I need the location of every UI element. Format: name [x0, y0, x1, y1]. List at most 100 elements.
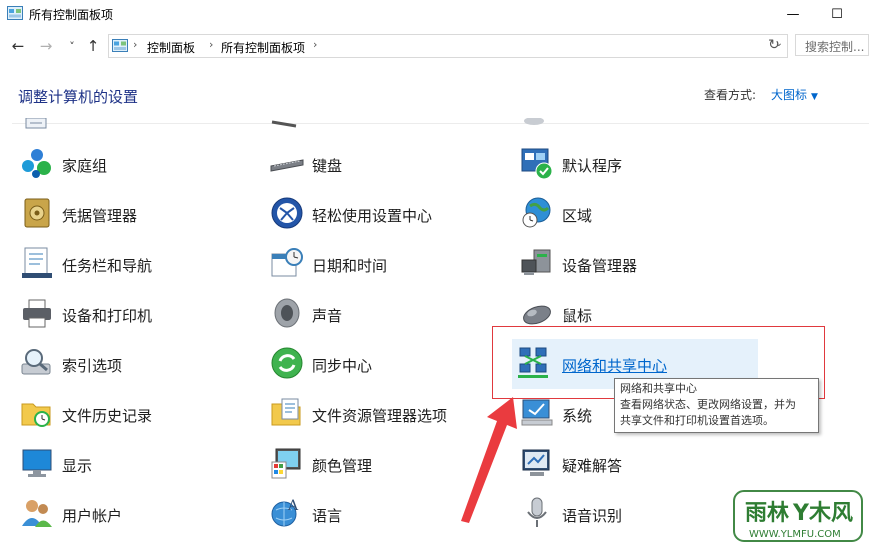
device-manager-icon	[521, 249, 551, 275]
item-label: 索引选项	[62, 357, 123, 375]
item-credential-manager[interactable]: 凭据管理器	[20, 194, 240, 234]
chevron-down-icon: ▼	[811, 92, 818, 102]
minimize-button[interactable]: —	[770, 0, 816, 28]
item-label: 文件历史记录	[62, 407, 153, 425]
view-by-label: 查看方式:	[704, 88, 757, 102]
item-label: 任务栏和导航	[62, 257, 153, 275]
control-panel-icon	[7, 6, 23, 20]
item-label: 显示	[62, 457, 93, 475]
item-default-programs[interactable]: 默认程序	[520, 144, 740, 184]
partial-icon	[524, 118, 544, 125]
item-label: 键盘	[312, 157, 343, 175]
mouse-icon	[523, 305, 551, 325]
breadcrumb-separator: ›	[313, 38, 318, 51]
item-devices-printers[interactable]: 设备和打印机	[20, 294, 240, 334]
item-keyboard[interactable]: 键盘	[270, 144, 490, 184]
item-label: 日期和时间	[312, 257, 388, 275]
svg-text:木风: 木风	[808, 501, 853, 526]
sync-icon	[271, 347, 303, 379]
item-label: 声音	[312, 307, 343, 325]
recent-locations-button[interactable]: ˅	[62, 36, 82, 56]
back-button[interactable]: ←	[8, 36, 28, 56]
taskbar-icon	[22, 247, 52, 278]
microphone-icon	[527, 497, 547, 527]
accessibility-icon	[271, 197, 303, 229]
tooltip-title: 网络和共享中心	[620, 382, 697, 395]
color-management-icon	[271, 448, 301, 479]
breadcrumb-all-items[interactable]: 所有控制面板项	[221, 39, 305, 56]
tooltip-line: 查看网络状态、更改网络设置，并为	[620, 398, 796, 411]
calendar-clock-icon	[271, 248, 303, 277]
item-troubleshooting[interactable]: 疑难解答	[520, 444, 740, 484]
maximize-button[interactable]: ☐	[814, 0, 860, 28]
partial-icon	[25, 118, 47, 129]
window-title: 所有控制面板项	[29, 8, 114, 22]
forward-button[interactable]: →	[36, 36, 56, 56]
svg-text:A: A	[287, 498, 299, 514]
item-label: 同步中心	[312, 357, 373, 375]
navigation-bar: ← → ˅ ↑ › 控制面板 › 所有控制面板项 › ⌄ ↻ 搜索控制...	[0, 32, 869, 60]
view-by-dropdown[interactable]: 大图标 ▼	[771, 86, 818, 103]
magnifier-icon	[21, 349, 51, 375]
svg-text:雨林: 雨林	[745, 501, 789, 526]
search-input[interactable]: 搜索控制...	[795, 34, 869, 56]
item-label: 语言	[312, 507, 343, 525]
item-file-history[interactable]: 文件历史记录	[20, 394, 240, 434]
title-bar: 所有控制面板项 — ☐	[0, 0, 869, 28]
homegroup-icon	[22, 149, 51, 178]
item-device-manager[interactable]: 设备管理器	[520, 244, 740, 284]
users-icon	[22, 500, 52, 527]
troubleshooting-icon	[522, 449, 550, 476]
breadcrumb-control-panel[interactable]: 控制面板	[147, 39, 195, 56]
item-label: 语音识别	[562, 507, 623, 525]
arrow-icon	[461, 397, 517, 523]
item-indexing-options[interactable]: 索引选项	[20, 344, 240, 384]
svg-text:Y: Y	[792, 501, 810, 526]
control-panel-icon	[112, 39, 128, 52]
item-label: 区域	[562, 207, 593, 225]
item-label: 颜色管理	[312, 457, 373, 475]
up-button[interactable]: ↑	[83, 36, 103, 56]
address-bar[interactable]: › 控制面板 › 所有控制面板项 › ⌄	[108, 34, 788, 58]
language-icon: A	[271, 498, 299, 527]
item-label: 鼠标	[562, 307, 593, 325]
speaker-icon	[274, 298, 300, 328]
item-label: 凭据管理器	[62, 207, 138, 225]
item-label: 默认程序	[562, 157, 623, 175]
divider	[12, 123, 869, 124]
printer-icon	[23, 299, 51, 328]
item-label: 轻松使用设置中心	[312, 207, 433, 225]
folder-clock-icon	[21, 403, 51, 427]
default-programs-icon	[521, 148, 553, 180]
item-ease-of-access[interactable]: 轻松使用设置中心	[270, 194, 490, 234]
item-label: 用户帐户	[62, 507, 123, 525]
safe-icon	[24, 198, 50, 228]
item-taskbar-navigation[interactable]: 任务栏和导航	[20, 244, 240, 284]
tooltip-line: 共享文件和打印机设置首选项。	[620, 414, 774, 427]
item-sync-center[interactable]: 同步中心	[270, 344, 490, 384]
item-date-time[interactable]: 日期和时间	[270, 244, 490, 284]
item-label: 家庭组	[62, 157, 108, 175]
item-label: 设备和打印机	[62, 307, 153, 325]
refresh-button[interactable]: ↻	[764, 34, 784, 56]
globe-clock-icon	[522, 197, 551, 228]
system-icon	[521, 399, 553, 426]
watermark-logo: 雨林 Y 木风 WWW.YLMFU.COM	[733, 490, 863, 542]
item-label: 文件资源管理器选项	[312, 407, 448, 425]
folder-options-icon	[271, 398, 301, 426]
keyboard-icon	[270, 159, 304, 172]
monitor-icon	[22, 449, 52, 477]
item-sound[interactable]: 声音	[270, 294, 490, 334]
item-label: 设备管理器	[562, 257, 638, 275]
item-homegroup[interactable]: 家庭组	[20, 144, 240, 184]
page-title: 调整计算机的设置	[18, 88, 139, 106]
item-user-accounts[interactable]: 用户帐户	[20, 494, 240, 534]
item-label: 疑难解答	[562, 457, 623, 475]
breadcrumb-separator: ›	[209, 38, 214, 51]
item-label: 系统	[562, 407, 593, 425]
partial-icon	[271, 120, 297, 128]
item-display[interactable]: 显示	[20, 444, 240, 484]
item-region[interactable]: 区域	[520, 194, 740, 234]
breadcrumb-separator: ›	[133, 38, 138, 51]
item-speech-recognition[interactable]: 语音识别	[520, 494, 740, 534]
